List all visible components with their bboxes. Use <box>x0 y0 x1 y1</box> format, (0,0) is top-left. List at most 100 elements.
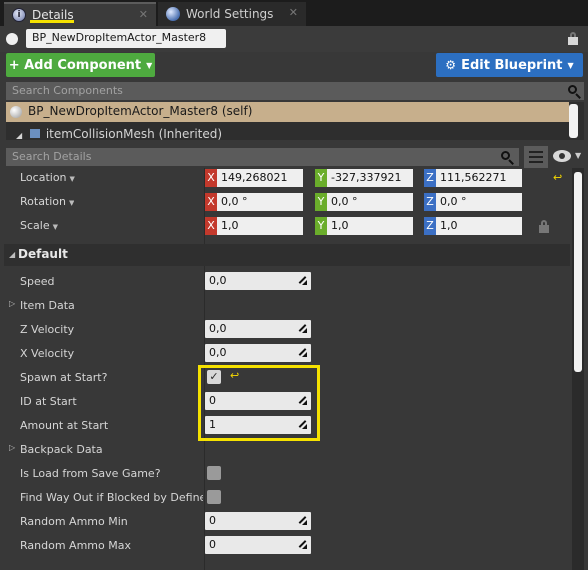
rotation-vector-y: Y 0,0 ° <box>315 193 413 211</box>
random-ammo-min-field[interactable]: 0 <box>205 512 311 530</box>
reset-to-default-icon[interactable]: ↩ <box>553 171 562 184</box>
drag-arrows-icon <box>298 276 307 285</box>
close-icon[interactable]: ✕ <box>139 8 148 21</box>
mesh-icon <box>29 129 40 138</box>
scale-vector: X 1,0 <box>205 217 303 235</box>
x-axis-tag: X <box>205 193 217 211</box>
edit-blueprint-label: Edit Blueprint <box>461 57 563 73</box>
section-default[interactable]: ◢ Default <box>4 244 570 266</box>
random-ammo-max-value: 0 <box>209 538 216 551</box>
component-child-item[interactable]: ◢ itemCollisionMesh (Inherited) <box>16 127 222 140</box>
y-axis-tag: Y <box>315 169 327 187</box>
tab-bar: i Details ✕ World Settings ✕ <box>0 0 588 26</box>
location-vector: X 149,268021 <box>205 169 303 187</box>
scale-label[interactable]: Scale ▼ <box>20 219 58 232</box>
component-child-label: itemCollisionMesh (Inherited) <box>45 127 223 140</box>
z-axis-tag: Z <box>424 217 436 235</box>
component-tree: BP_NewDropItemActor_Master8 (self) ◢ ite… <box>6 102 584 140</box>
location-vector-z: Z 111,562271 <box>424 169 522 187</box>
chevron-down-icon: ▼ <box>567 60 574 70</box>
search-components-input[interactable]: Search Components <box>6 82 584 100</box>
location-label[interactable]: Location ▼ <box>20 171 75 184</box>
search-icon[interactable] <box>567 84 581 99</box>
rotation-vector-z: Z 0,0 ° <box>424 193 522 211</box>
is-load-from-save-checkbox[interactable] <box>207 466 221 480</box>
scale-vector-z: Z 1,0 <box>424 217 522 235</box>
id-at-start-label: ID at Start <box>20 395 77 408</box>
section-default-title: Default <box>18 247 68 261</box>
location-x-field[interactable]: 149,268021 <box>217 169 303 187</box>
z-velocity-label: Z Velocity <box>20 323 75 336</box>
spawn-at-start-label: Spawn at Start? <box>20 371 108 384</box>
actor-header: BP_NewDropItemActor_Master8 <box>0 26 588 52</box>
scale-label-text: Scale <box>20 219 50 232</box>
drag-arrows-icon <box>298 540 307 549</box>
x-axis-tag: X <box>205 169 217 187</box>
tab-world-settings[interactable]: World Settings ✕ <box>158 2 306 26</box>
expand-arrow-icon[interactable]: ▷ <box>9 299 15 308</box>
speed-label: Speed <box>20 275 55 288</box>
eye-icon[interactable] <box>553 150 571 162</box>
details-scrollbar[interactable] <box>572 168 584 570</box>
components-scrollbar[interactable] <box>569 104 578 138</box>
speed-value: 0,0 <box>209 274 227 287</box>
scrollbar-thumb[interactable] <box>574 172 582 372</box>
search-components-placeholder: Search Components <box>12 84 123 97</box>
rotation-x-field[interactable]: 0,0 ° <box>217 193 303 211</box>
search-details-placeholder: Search Details <box>12 150 92 163</box>
backpack-data-label[interactable]: Backpack Data <box>20 443 103 456</box>
collapse-arrow-icon: ◢ <box>9 250 16 259</box>
edit-blueprint-button[interactable]: ⚙ Edit Blueprint ▼ <box>436 53 583 77</box>
is-load-from-save-label: Is Load from Save Game? <box>20 467 161 480</box>
globe-icon <box>166 7 180 21</box>
rotation-vector: X 0,0 ° <box>205 193 303 211</box>
expand-arrow-icon: ◢ <box>16 131 23 140</box>
location-z-field[interactable]: 111,562271 <box>436 169 522 187</box>
rotation-y-field[interactable]: 0,0 ° <box>327 193 413 211</box>
random-ammo-max-label: Random Ammo Max <box>20 539 131 552</box>
x-velocity-field[interactable]: 0,0 <box>205 344 311 362</box>
random-ammo-max-field[interactable]: 0 <box>205 536 311 554</box>
x-velocity-value: 0,0 <box>209 346 227 359</box>
actor-icon <box>6 33 18 45</box>
drag-arrows-icon <box>298 516 307 525</box>
expand-arrow-icon[interactable]: ▷ <box>9 443 15 452</box>
rotation-z-field[interactable]: 0,0 ° <box>436 193 522 211</box>
find-way-out-checkbox[interactable] <box>207 490 221 504</box>
tab-details[interactable]: i Details ✕ <box>4 2 156 26</box>
chevron-down-icon: ▼ <box>146 60 153 70</box>
drag-arrows-icon <box>298 324 307 333</box>
chevron-down-icon[interactable]: ▼ <box>575 151 581 160</box>
search-icon[interactable] <box>500 150 514 165</box>
rotation-label-text: Rotation <box>20 195 67 208</box>
find-way-out-label: Find Way Out if Blocked by Defined C <box>20 491 203 504</box>
scale-z-field[interactable]: 1,0 <box>436 217 522 235</box>
z-axis-tag: Z <box>424 169 436 187</box>
actor-name-field[interactable]: BP_NewDropItemActor_Master8 <box>26 29 226 48</box>
scale-y-field[interactable]: 1,0 <box>327 217 413 235</box>
lock-icon[interactable] <box>568 32 578 45</box>
search-details-input[interactable]: Search Details <box>6 148 519 166</box>
scale-x-field[interactable]: 1,0 <box>217 217 303 235</box>
component-self-item[interactable]: BP_NewDropItemActor_Master8 (self) <box>6 102 569 122</box>
location-y-field[interactable]: -327,337921 <box>327 169 413 187</box>
lock-icon[interactable] <box>539 220 549 233</box>
item-data-label[interactable]: Item Data <box>20 299 75 312</box>
z-velocity-field[interactable]: 0,0 <box>205 320 311 338</box>
speed-field[interactable]: 0,0 <box>205 272 311 290</box>
chevron-down-icon: ▼ <box>69 199 75 207</box>
scale-vector-y: Y 1,0 <box>315 217 413 235</box>
gear-icon: ⚙ <box>445 58 457 72</box>
y-axis-tag: Y <box>315 217 327 235</box>
y-axis-tag: Y <box>315 193 327 211</box>
add-component-button[interactable]: + Add Component ▼ <box>6 53 155 77</box>
location-vector-y: Y -327,337921 <box>315 169 413 187</box>
property-matrix-button[interactable] <box>524 146 548 168</box>
chevron-down-icon: ▼ <box>52 223 58 231</box>
component-self-label: BP_NewDropItemActor_Master8 (self) <box>28 104 253 118</box>
close-icon[interactable]: ✕ <box>289 6 298 19</box>
info-icon: i <box>12 8 26 22</box>
chevron-down-icon: ▼ <box>69 175 75 183</box>
tab-world-settings-label: World Settings <box>186 7 274 21</box>
rotation-label[interactable]: Rotation ▼ <box>20 195 74 208</box>
